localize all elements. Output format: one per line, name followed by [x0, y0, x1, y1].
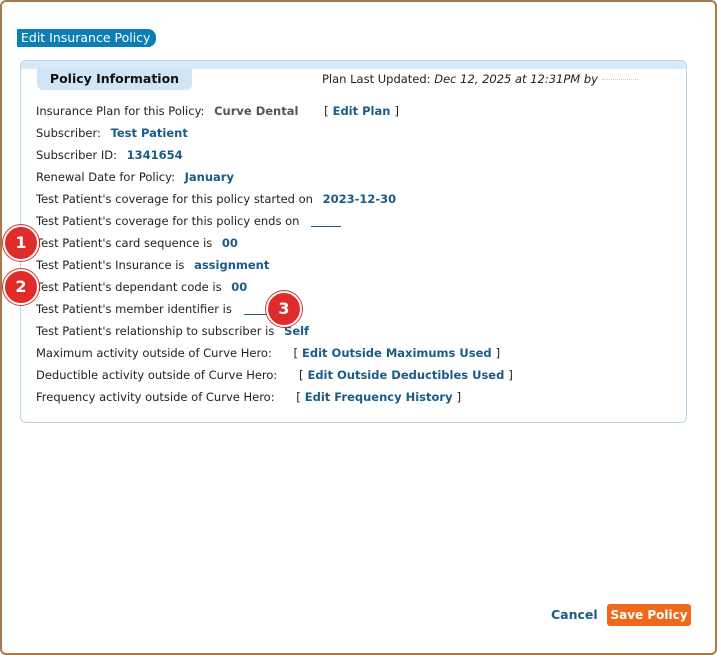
insurance-type-label: Test Patient's Insurance is — [36, 258, 185, 272]
edit-outside-maximums-link[interactable]: Edit Outside Maximums Used — [298, 346, 496, 360]
annotation-marker-3: 3 — [266, 291, 302, 327]
plan-last-updated: Plan Last Updated: Dec 12, 2025 at 12:31… — [322, 72, 638, 86]
card-sequence-label: Test Patient's card sequence is — [36, 236, 213, 250]
insurance-type-value[interactable]: assignment — [194, 258, 269, 272]
renewal-date-value[interactable]: January — [185, 170, 234, 184]
dependant-code-value[interactable]: 00 — [231, 280, 247, 294]
cancel-button[interactable]: Cancel — [551, 607, 598, 622]
row-subscriber: Subscriber: Test Patient — [36, 126, 188, 140]
coverage-end-label: Test Patient's coverage for this policy … — [36, 214, 300, 228]
dependant-code-label: Test Patient's dependant code is — [36, 280, 222, 294]
row-dependant-code: Test Patient's dependant code is 00 — [36, 280, 247, 294]
coverage-start-value[interactable]: 2023-12-30 — [323, 192, 397, 206]
edit-outside-deductibles-link[interactable]: Edit Outside Deductibles Used — [303, 368, 508, 382]
row-member-identifier: Test Patient's member identifier is — [36, 302, 274, 316]
updated-by-blank — [601, 79, 638, 80]
coverage-end-blank[interactable] — [311, 226, 342, 227]
subscriber-id-label: Subscriber ID: — [36, 148, 118, 162]
updated-date: Dec 12, 2025 at 12:31PM by — [434, 72, 598, 86]
edit-plan-link[interactable]: Edit Plan — [329, 104, 395, 118]
policy-information-tab: Policy Information — [37, 68, 192, 90]
frequency-activity-label: Frequency activity outside of Curve Hero… — [36, 390, 275, 404]
row-relationship: Test Patient's relationship to subscribe… — [36, 324, 309, 338]
row-insurance-plan: Insurance Plan for this Policy: Curve De… — [36, 104, 399, 118]
annotation-marker-1: 1 — [3, 225, 39, 261]
row-subscriber-id: Subscriber ID: 1341654 — [36, 148, 183, 162]
relationship-label: Test Patient's relationship to subscribe… — [36, 324, 275, 338]
edit-frequency-history-link[interactable]: Edit Frequency History — [301, 390, 457, 404]
maximum-activity-label: Maximum activity outside of Curve Hero: — [36, 346, 272, 360]
renewal-date-label: Renewal Date for Policy: — [36, 170, 175, 184]
row-coverage-end: Test Patient's coverage for this policy … — [36, 214, 342, 228]
save-policy-button[interactable]: Save Policy — [607, 604, 691, 626]
subscriber-id-value[interactable]: 1341654 — [127, 148, 183, 162]
row-renewal-date: Renewal Date for Policy: January — [36, 170, 234, 184]
subscriber-label: Subscriber: — [36, 126, 101, 140]
subscriber-value[interactable]: Test Patient — [111, 126, 188, 140]
row-maximum-activity: Maximum activity outside of Curve Hero: … — [36, 346, 501, 360]
insurance-plan-label: Insurance Plan for this Policy: — [36, 104, 205, 118]
card-sequence-value[interactable]: 00 — [222, 236, 238, 250]
deductible-activity-label: Deductible activity outside of Curve Her… — [36, 368, 278, 382]
updated-prefix: Plan Last Updated: — [322, 72, 431, 86]
annotation-marker-2: 2 — [3, 269, 39, 305]
insurance-plan-value: Curve Dental — [214, 104, 299, 118]
member-identifier-label: Test Patient's member identifier is — [36, 302, 232, 316]
row-frequency-activity: Frequency activity outside of Curve Hero… — [36, 390, 462, 404]
row-card-sequence: Test Patient's card sequence is 00 — [36, 236, 238, 250]
row-insurance-type: Test Patient's Insurance is assignment — [36, 258, 269, 272]
coverage-start-label: Test Patient's coverage for this policy … — [36, 192, 313, 206]
row-coverage-start: Test Patient's coverage for this policy … — [36, 192, 396, 206]
row-deductible-activity: Deductible activity outside of Curve Her… — [36, 368, 513, 382]
dialog-title: Edit Insurance Policy — [17, 29, 157, 47]
